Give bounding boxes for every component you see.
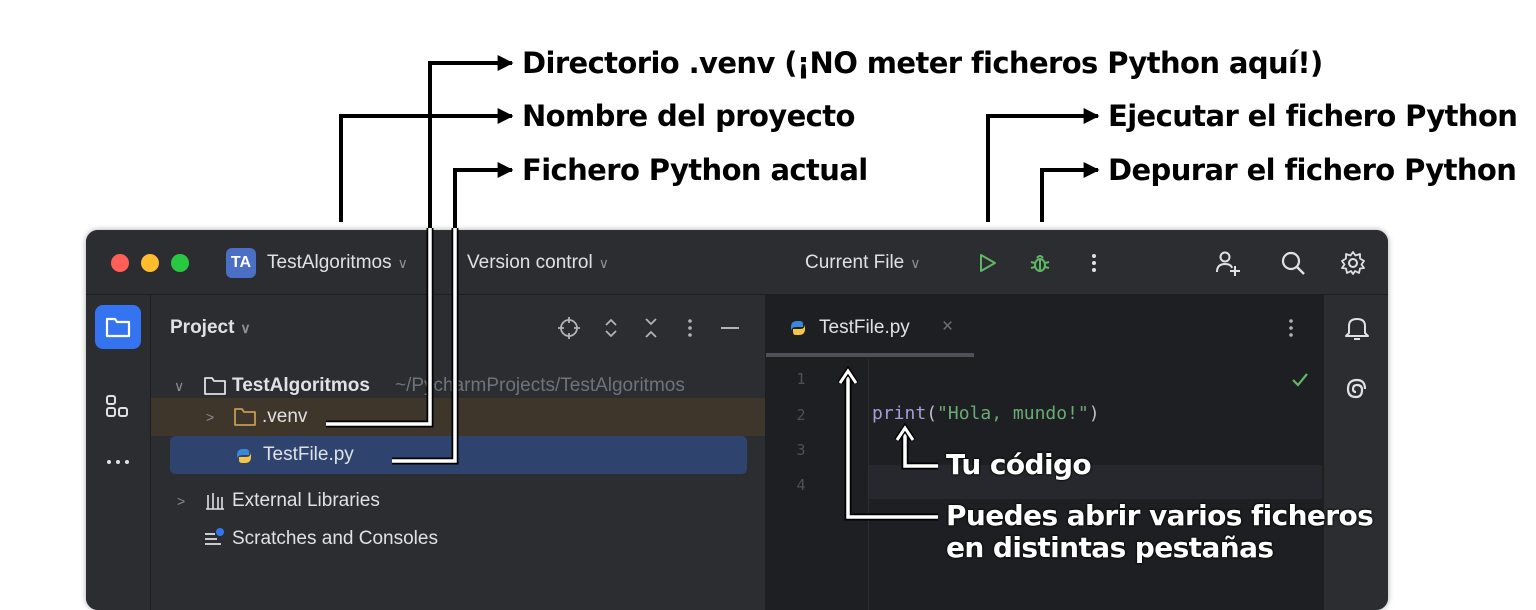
annotation-your-code: Tu código xyxy=(946,448,1092,481)
annotation-tabs-line2: en distintas pestañas xyxy=(946,531,1274,564)
annotation-tabs-line1: Puedes abrir varios ficheros xyxy=(946,499,1374,532)
